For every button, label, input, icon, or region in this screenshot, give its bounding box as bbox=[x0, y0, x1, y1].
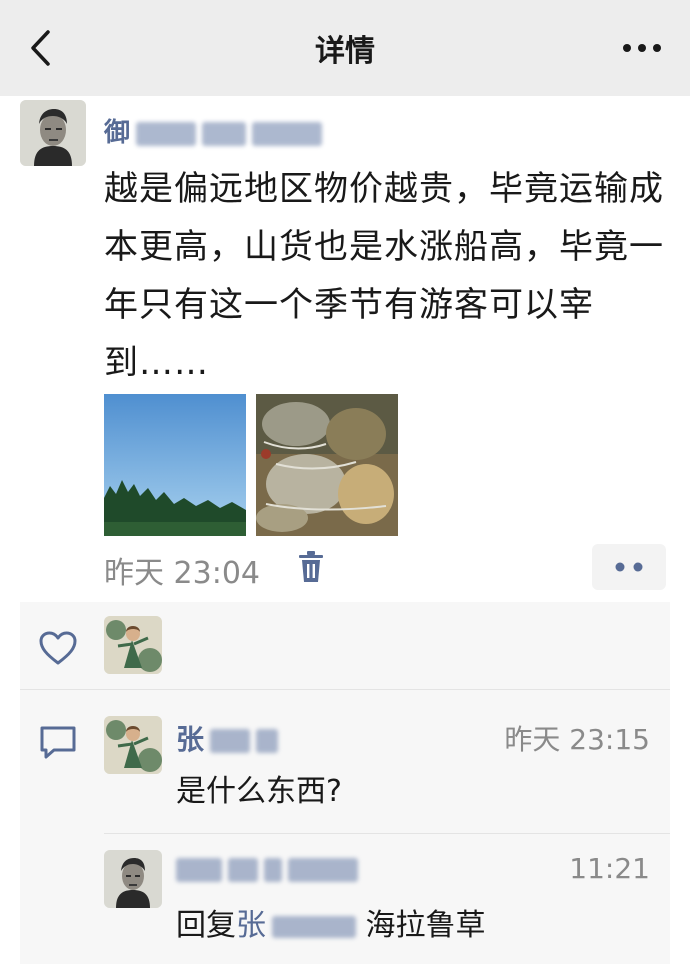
reply-keyword: 回复 bbox=[176, 908, 236, 943]
comment-icon bbox=[40, 726, 76, 759]
comment-timestamp: 昨天 23:15 bbox=[504, 723, 650, 756]
commenter-name[interactable]: 张 bbox=[176, 718, 279, 758]
reply-timestamp: 11:21 bbox=[569, 852, 650, 885]
post-photo-sky-forest[interactable] bbox=[104, 394, 246, 536]
post-timestamp: 昨天 23:04 bbox=[104, 556, 260, 591]
top-bar: 详情 bbox=[0, 0, 690, 96]
more-dots-icon bbox=[623, 44, 661, 52]
likes-comments-panel: 张 昨天 23:15 是什么东西? 11:21 回复张 海拉鲁草 bbox=[20, 602, 670, 964]
post-author-name[interactable]: 御 bbox=[104, 112, 323, 149]
reply-target-name[interactable]: 张 bbox=[236, 908, 356, 943]
liker-avatar[interactable] bbox=[104, 616, 162, 674]
replier-avatar[interactable] bbox=[104, 850, 162, 908]
comment-item[interactable]: 张 昨天 23:15 是什么东西? bbox=[104, 714, 670, 834]
comment-text: 是什么东西? bbox=[176, 774, 342, 809]
post-author-avatar[interactable] bbox=[20, 100, 86, 166]
replier-name[interactable] bbox=[176, 852, 358, 885]
reply-content: 海拉鲁草 bbox=[365, 908, 486, 943]
post-menu-button[interactable] bbox=[592, 544, 666, 590]
post-photo-dried-herbs[interactable] bbox=[256, 394, 398, 536]
dots-menu-icon bbox=[615, 562, 643, 572]
reply-text: 回复张 海拉鲁草 bbox=[176, 900, 486, 944]
likes-row bbox=[20, 602, 670, 690]
reply-item[interactable]: 11:21 回复张 海拉鲁草 bbox=[104, 848, 670, 958]
page-title: 详情 bbox=[315, 34, 375, 69]
post-text: 越是偏远地区物价越贵，毕竟运输成本更高，山货也是水涨船高，毕竟一年只有这一个季节… bbox=[104, 169, 664, 383]
trash-icon[interactable] bbox=[296, 550, 326, 584]
commenter-avatar[interactable] bbox=[104, 716, 162, 774]
more-button[interactable] bbox=[620, 30, 664, 66]
heart-icon bbox=[39, 631, 77, 665]
